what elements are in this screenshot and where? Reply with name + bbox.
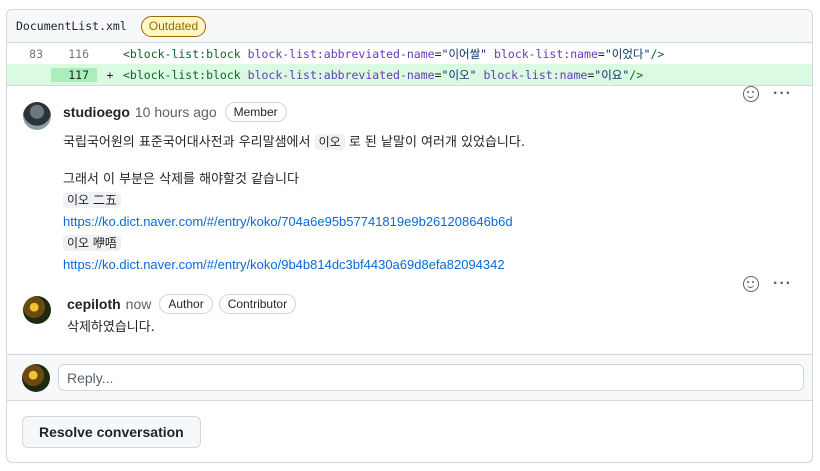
reply-bar: Reply...	[7, 354, 812, 401]
comment-line: 이오 二五	[63, 190, 812, 211]
new-line-number[interactable]: 116	[51, 47, 97, 61]
more-options-icon[interactable]: ···	[773, 86, 792, 102]
avatar[interactable]	[22, 364, 50, 392]
outdated-badge: Outdated	[140, 15, 207, 37]
more-options-icon[interactable]: ···	[773, 276, 792, 292]
author-badge: Author	[159, 294, 213, 314]
reply-input[interactable]: Reply...	[58, 364, 804, 391]
comment-timestamp[interactable]: now	[126, 296, 152, 312]
comment-thread: studioego 10 hours ago Member ··· 국립국어원의…	[7, 85, 812, 338]
diff-code: <block-list:block block-list:abbreviated…	[123, 46, 665, 61]
diff-line-context: 83 116 <block-list:block block-list:abbr…	[7, 43, 812, 64]
add-reaction-icon[interactable]	[743, 86, 760, 102]
file-name[interactable]: DocumentList.xml	[16, 19, 127, 33]
comment-body: 국립국어원의 표준국어대사전과 우리말샘에서 이오 로 된 낱말이 여러개 있었…	[63, 132, 812, 276]
comment-paragraph: 국립국어원의 표준국어대사전과 우리말샘에서 이오 로 된 낱말이 여러개 있었…	[63, 134, 525, 150]
comment-author[interactable]: cepiloth	[67, 296, 121, 312]
comment-timestamp[interactable]: 10 hours ago	[135, 104, 217, 120]
comment-paragraph: 그래서 이 부분은 삭제를 해야할것 같습니다	[63, 172, 299, 187]
comment-line: https://ko.dict.naver.com/#/entry/koko/9…	[63, 254, 812, 276]
dictionary-link[interactable]: https://ko.dict.naver.com/#/entry/koko/7…	[63, 214, 513, 229]
comment-header: cepiloth now Author Contributor ···	[67, 276, 812, 316]
diff-line-added: 117 + <block-list:block block-list:abbre…	[7, 64, 812, 85]
inline-code: 이오 二五	[63, 192, 121, 208]
comment-actions: ···	[743, 276, 792, 292]
comment-header: studioego 10 hours ago Member ···	[63, 86, 812, 124]
comment-author[interactable]: studioego	[63, 104, 130, 120]
contributor-badge: Contributor	[218, 294, 297, 314]
old-line-number[interactable]: 83	[7, 47, 51, 61]
inline-code: 이오	[314, 134, 345, 150]
resolve-conversation-button[interactable]: Resolve conversation	[22, 416, 201, 448]
inline-code: 이오 咿唔	[63, 235, 121, 251]
comment-cepiloth: cepiloth now Author Contributor ··· 삭제하였…	[7, 276, 812, 338]
new-line-number[interactable]: 117	[51, 67, 97, 82]
diff-code: <block-list:block block-list:abbreviated…	[123, 67, 644, 82]
diff-hunk: 83 116 <block-list:block block-list:abbr…	[7, 43, 812, 85]
member-badge: Member	[224, 102, 287, 122]
file-header: DocumentList.xml Outdated	[7, 10, 812, 43]
comment-body: 삭제하였습니다.	[67, 320, 155, 335]
add-reaction-icon[interactable]	[743, 276, 760, 292]
comment-actions: ···	[743, 86, 792, 102]
review-thread-card: DocumentList.xml Outdated 83 116 <block-…	[6, 9, 813, 463]
diff-marker: +	[106, 67, 114, 82]
comment-line: https://ko.dict.naver.com/#/entry/koko/7…	[63, 211, 812, 233]
comment-line: 이오 咿唔	[63, 233, 812, 254]
dictionary-link[interactable]: https://ko.dict.naver.com/#/entry/koko/9…	[63, 257, 505, 272]
comment-studioego: studioego 10 hours ago Member ··· 국립국어원의…	[7, 86, 812, 276]
